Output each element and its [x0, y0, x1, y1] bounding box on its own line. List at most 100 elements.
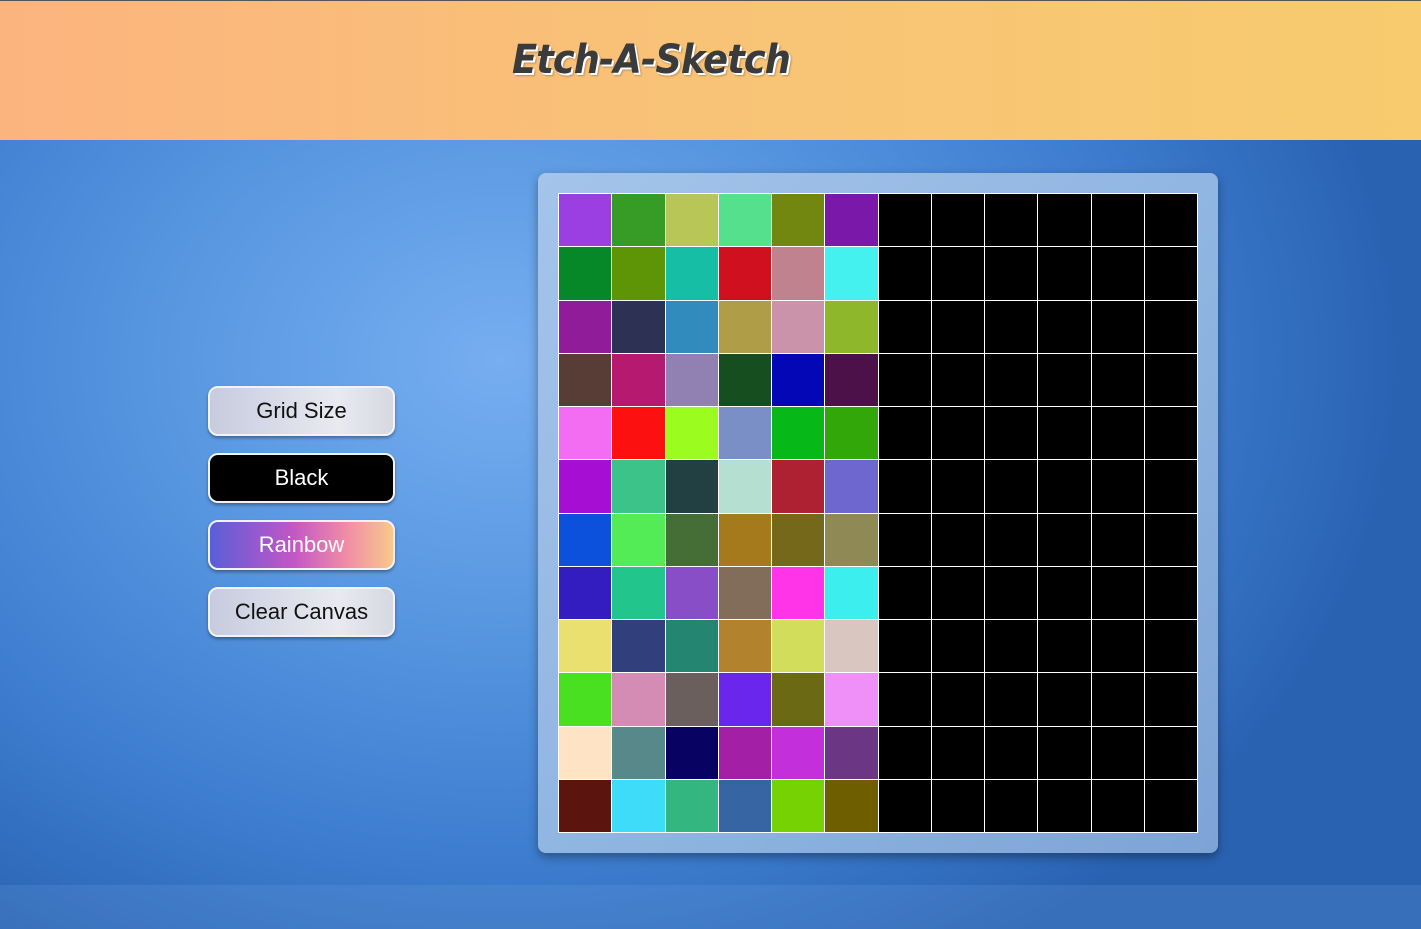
grid-cell[interactable] [559, 300, 612, 353]
grid-cell[interactable] [1144, 513, 1197, 566]
grid-cell[interactable] [612, 300, 665, 353]
grid-cell[interactable] [665, 407, 718, 460]
grid-cell[interactable] [1091, 353, 1144, 406]
grid-cell[interactable] [612, 513, 665, 566]
grid-cell[interactable] [825, 779, 878, 832]
grid-cell[interactable] [985, 779, 1038, 832]
grid-cell[interactable] [878, 620, 931, 673]
grid-cell[interactable] [612, 407, 665, 460]
grid-cell[interactable] [931, 407, 984, 460]
grid-cell[interactable] [1144, 460, 1197, 513]
grid-cell[interactable] [612, 779, 665, 832]
grid-cell[interactable] [772, 460, 825, 513]
grid-cell[interactable] [772, 620, 825, 673]
grid-cell[interactable] [985, 620, 1038, 673]
grid-cell[interactable] [825, 194, 878, 247]
grid-cell[interactable] [1038, 407, 1091, 460]
grid-cell[interactable] [1038, 566, 1091, 619]
grid-cell[interactable] [1038, 194, 1091, 247]
grid-cell[interactable] [665, 673, 718, 726]
grid-cell[interactable] [1038, 300, 1091, 353]
rainbow-mode-button[interactable]: Rainbow [208, 520, 395, 570]
grid-cell[interactable] [665, 353, 718, 406]
grid-cell[interactable] [665, 247, 718, 300]
grid-cell[interactable] [772, 247, 825, 300]
grid-cell[interactable] [825, 513, 878, 566]
grid-cell[interactable] [665, 513, 718, 566]
grid-cell[interactable] [1038, 779, 1091, 832]
grid-cell[interactable] [559, 247, 612, 300]
grid-cell[interactable] [559, 673, 612, 726]
grid-cell[interactable] [718, 194, 771, 247]
grid-cell[interactable] [931, 726, 984, 779]
sketch-grid[interactable] [558, 193, 1198, 833]
grid-cell[interactable] [878, 247, 931, 300]
grid-cell[interactable] [612, 673, 665, 726]
grid-cell[interactable] [559, 566, 612, 619]
grid-cell[interactable] [878, 460, 931, 513]
grid-cell[interactable] [931, 779, 984, 832]
grid-cell[interactable] [878, 300, 931, 353]
grid-cell[interactable] [612, 353, 665, 406]
grid-cell[interactable] [931, 460, 984, 513]
grid-cell[interactable] [772, 194, 825, 247]
grid-cell[interactable] [878, 513, 931, 566]
grid-cell[interactable] [772, 566, 825, 619]
grid-cell[interactable] [665, 194, 718, 247]
grid-cell[interactable] [825, 620, 878, 673]
grid-cell[interactable] [825, 673, 878, 726]
grid-cell[interactable] [665, 726, 718, 779]
grid-cell[interactable] [559, 513, 612, 566]
grid-cell[interactable] [665, 460, 718, 513]
grid-cell[interactable] [718, 620, 771, 673]
grid-cell[interactable] [1038, 353, 1091, 406]
grid-cell[interactable] [825, 460, 878, 513]
grid-size-button[interactable]: Grid Size [208, 386, 395, 436]
grid-cell[interactable] [612, 194, 665, 247]
grid-cell[interactable] [878, 353, 931, 406]
grid-cell[interactable] [931, 620, 984, 673]
grid-cell[interactable] [612, 460, 665, 513]
grid-cell[interactable] [559, 353, 612, 406]
grid-cell[interactable] [1091, 460, 1144, 513]
grid-cell[interactable] [559, 620, 612, 673]
grid-cell[interactable] [825, 726, 878, 779]
grid-cell[interactable] [1091, 247, 1144, 300]
grid-cell[interactable] [559, 779, 612, 832]
grid-cell[interactable] [718, 779, 771, 832]
grid-cell[interactable] [931, 247, 984, 300]
grid-cell[interactable] [1038, 673, 1091, 726]
grid-cell[interactable] [931, 513, 984, 566]
grid-cell[interactable] [718, 726, 771, 779]
grid-cell[interactable] [718, 460, 771, 513]
grid-cell[interactable] [1091, 620, 1144, 673]
grid-cell[interactable] [718, 300, 771, 353]
grid-cell[interactable] [1091, 673, 1144, 726]
grid-cell[interactable] [931, 673, 984, 726]
grid-cell[interactable] [1091, 566, 1144, 619]
grid-cell[interactable] [665, 779, 718, 832]
black-mode-button[interactable]: Black [208, 453, 395, 503]
grid-cell[interactable] [1144, 247, 1197, 300]
grid-cell[interactable] [878, 673, 931, 726]
grid-cell[interactable] [1144, 779, 1197, 832]
grid-cell[interactable] [1144, 726, 1197, 779]
grid-cell[interactable] [1038, 247, 1091, 300]
grid-cell[interactable] [718, 407, 771, 460]
grid-cell[interactable] [559, 407, 612, 460]
clear-canvas-button[interactable]: Clear Canvas [208, 587, 395, 637]
grid-cell[interactable] [1038, 513, 1091, 566]
grid-cell[interactable] [825, 566, 878, 619]
grid-cell[interactable] [559, 726, 612, 779]
grid-cell[interactable] [559, 460, 612, 513]
grid-cell[interactable] [878, 566, 931, 619]
grid-cell[interactable] [1144, 620, 1197, 673]
grid-cell[interactable] [825, 353, 878, 406]
grid-cell[interactable] [1091, 194, 1144, 247]
grid-cell[interactable] [985, 300, 1038, 353]
grid-cell[interactable] [931, 300, 984, 353]
grid-cell[interactable] [878, 779, 931, 832]
grid-cell[interactable] [772, 673, 825, 726]
grid-cell[interactable] [1091, 513, 1144, 566]
grid-cell[interactable] [985, 407, 1038, 460]
